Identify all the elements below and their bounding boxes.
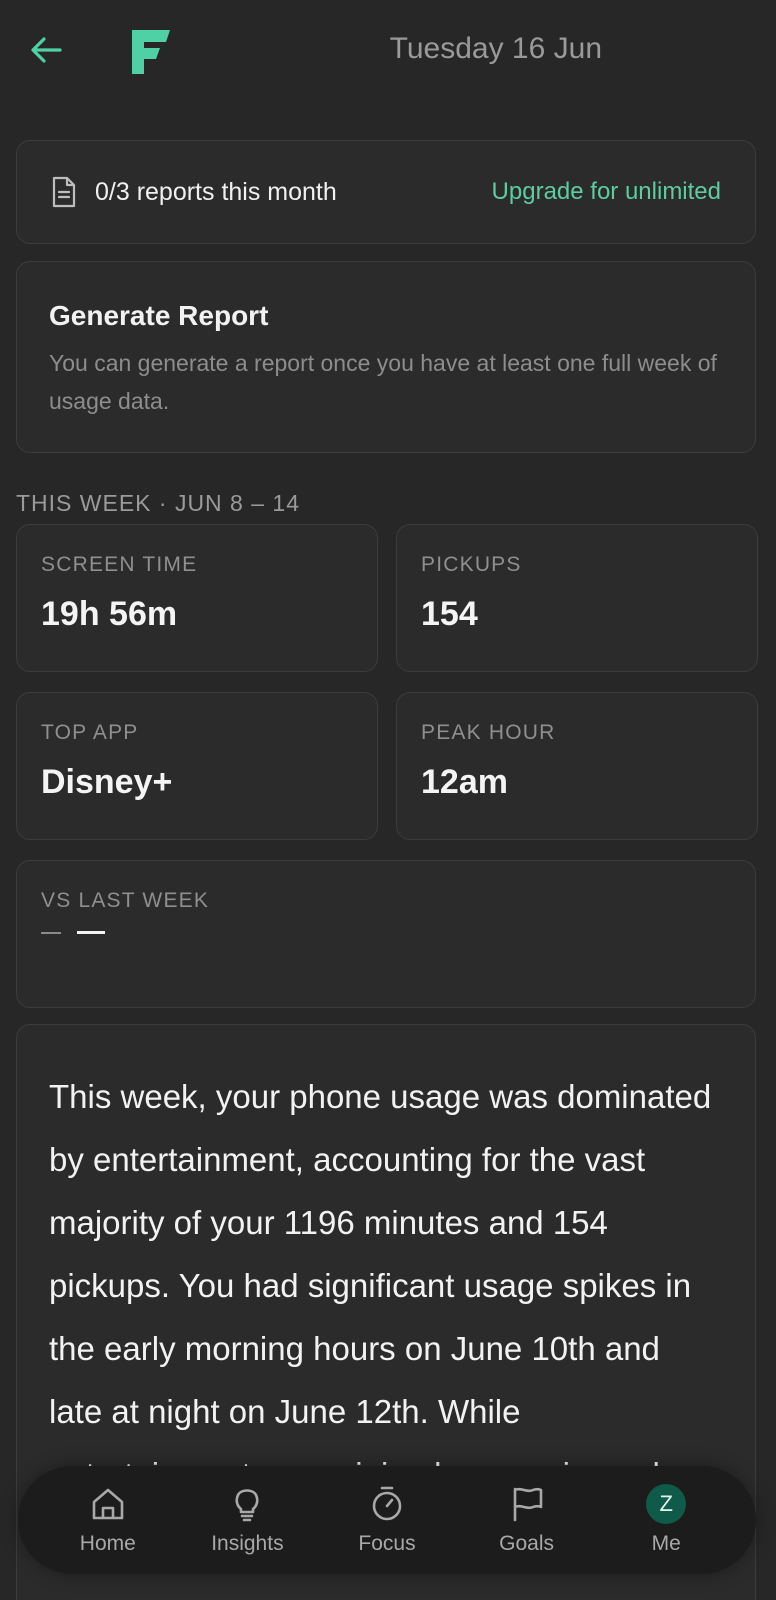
vs-last-week-card: VS LAST WEEK: [16, 860, 756, 1008]
nav-insights-label: Insights: [211, 1532, 284, 1555]
nav-home[interactable]: Home: [43, 1484, 173, 1556]
nav-insights[interactable]: Insights: [182, 1484, 312, 1556]
document-icon: [52, 176, 76, 208]
top-app-label: TOP APP: [41, 721, 139, 744]
arrow-left-icon: [31, 37, 62, 63]
screen-time-label: SCREEN TIME: [41, 553, 198, 576]
week-section-label: THIS WEEK · JUN 8 – 14: [16, 490, 301, 516]
flag-icon: [507, 1484, 547, 1524]
nav-focus-label: Focus: [358, 1532, 416, 1555]
app-logo-icon: [128, 26, 174, 78]
generate-report-title: Generate Report: [49, 300, 269, 331]
peak-hour-card: PEAK HOUR 12am: [396, 692, 758, 840]
screen-time-value: 19h 56m: [41, 595, 178, 633]
nav-me[interactable]: Z Me: [601, 1484, 731, 1556]
profile-avatar: Z: [646, 1484, 687, 1524]
home-icon: [88, 1484, 128, 1524]
vs-last-week-value: [41, 931, 755, 934]
peak-hour-label: PEAK HOUR: [421, 721, 556, 744]
nav-goals[interactable]: Goals: [462, 1484, 592, 1556]
header-date: Tuesday 16 Jun: [389, 32, 602, 65]
generate-report-card: Generate Report You can generate a repor…: [16, 261, 756, 453]
pickups-label: PICKUPS: [421, 553, 522, 576]
reports-screen: Tuesday 16 Jun 0/3 reports this month Up…: [0, 0, 776, 1600]
lightbulb-icon: [227, 1484, 267, 1524]
screen-time-card: SCREEN TIME 19h 56m: [16, 524, 378, 672]
nav-home-label: Home: [79, 1532, 136, 1555]
pickups-value: 154: [421, 595, 478, 633]
nav-focus[interactable]: Focus: [322, 1484, 452, 1556]
pickups-card: PICKUPS 154: [396, 524, 758, 672]
top-app-value: Disney+: [41, 763, 173, 801]
header: Tuesday 16 Jun: [0, 0, 776, 110]
top-app-card: TOP APP Disney+: [16, 692, 378, 840]
vs-last-week-label: VS LAST WEEK: [41, 889, 210, 912]
nav-goals-label: Goals: [499, 1532, 554, 1555]
timer-icon: [367, 1484, 407, 1524]
change-value-dash: [77, 931, 105, 934]
upgrade-link[interactable]: Upgrade for unlimited: [492, 178, 721, 206]
nav-me-label: Me: [651, 1532, 681, 1555]
peak-hour-value: 12am: [421, 763, 508, 801]
avatar: Z: [646, 1484, 687, 1524]
generate-report-description: You can generate a report once you have …: [49, 350, 717, 414]
change-indicator-dash: [41, 931, 61, 934]
reports-quota-card: 0/3 reports this month Upgrade for unlim…: [16, 140, 756, 244]
reports-count: 0/3 reports this month: [95, 177, 337, 206]
bottom-nav: Home Insights Focus Goals Z Me: [18, 1466, 756, 1574]
back-button[interactable]: [26, 30, 66, 70]
